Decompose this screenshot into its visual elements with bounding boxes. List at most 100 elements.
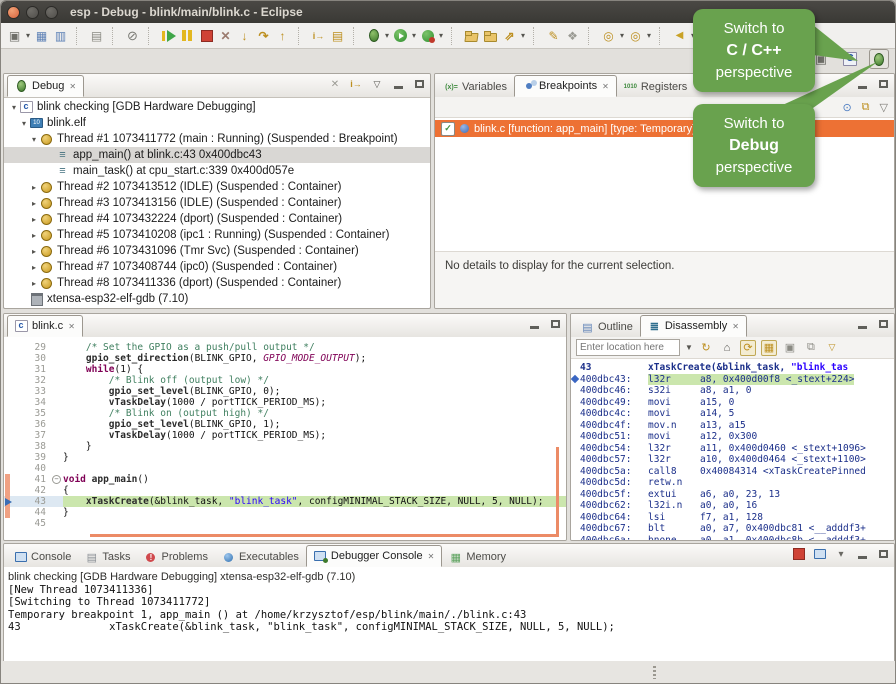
editor-line[interactable]: 34 vTaskDelay(1000 / portTICK_PERIOD_MS)… [4,397,566,408]
disassembly-row[interactable]: 400dbc46:s32ia8, a1, 0 [571,385,894,397]
editor-line[interactable]: 37 vTaskDelay(1000 / portTICK_PERIOD_MS)… [4,430,566,441]
debug-perspective-icon[interactable] [869,49,889,69]
save-all-icon[interactable] [52,28,69,44]
sync-icon[interactable]: ↻ [698,340,714,356]
twisty-icon[interactable]: ▸ [28,231,40,240]
new-annotation-icon[interactable] [627,28,644,44]
disassembly-row[interactable]: 400dbc43:l32ra8, 0x400d00f8 <_stext+224> [571,374,894,386]
twisty-icon[interactable]: ▾ [18,119,30,128]
annotation-ruler[interactable] [4,375,18,386]
suspend-icon[interactable] [179,28,196,44]
twisty-icon[interactable]: ▸ [28,215,40,224]
debug-dropdown-icon[interactable]: ▾ [383,31,391,40]
editor-line[interactable]: 39} [4,452,566,463]
minimize-icon[interactable] [527,317,541,331]
disassembly-row[interactable]: 400dbc6a:bnonea0, a1, 0x400dbc8b <__addd… [571,535,894,541]
annotation-ruler[interactable] [4,474,18,485]
editor-line[interactable]: 33 gpio_set_level(BLINK_GPIO, 0); [4,386,566,397]
window-maximize-button[interactable] [45,6,58,19]
debug-tree-row[interactable]: ▸Thread #6 1073431096 (Tmr Svc) (Suspend… [4,243,430,259]
pin-view-icon[interactable]: ⧉ [803,340,819,356]
debug-tree-row[interactable]: ▸Thread #2 1073413512 (IDLE) (Suspended … [4,179,430,195]
maximize-icon[interactable] [548,317,562,331]
annotation-ruler[interactable] [4,419,18,430]
maximize-icon[interactable] [876,547,890,561]
tab-executables[interactable]: Executables [215,547,306,567]
minimize-icon[interactable] [391,77,405,91]
twisty-icon[interactable]: ▸ [28,263,40,272]
editor-line[interactable]: 41−void app_main() [4,474,566,485]
annotation-ruler[interactable] [4,518,18,529]
editor-line[interactable]: 42{ [4,485,566,496]
pin-editor-icon[interactable] [600,28,617,44]
minimize-icon[interactable] [855,547,869,561]
use-step-filters-icon[interactable] [329,28,346,44]
disassembly-row[interactable]: 400dbc54:l32ra11, 0x400d0460 <_stext+109… [571,443,894,455]
twisty-icon[interactable]: ▸ [28,247,40,256]
annotation-ruler[interactable] [4,452,18,463]
disassembly-row[interactable]: 400dbc4f:mov.na13, a15 [571,420,894,432]
location-dropdown-icon[interactable]: ▼ [685,343,693,352]
tab-registers[interactable]: Registers [617,77,694,97]
flash-icon[interactable] [501,28,518,44]
tab-blink-c[interactable]: blink.c ✕ [7,315,83,337]
tab-disassembly[interactable]: Disassembly ✕ [640,315,747,337]
tab-problems[interactable]: Problems [137,547,214,567]
annotation-ruler[interactable] [4,463,18,474]
new-wizard-icon[interactable] [6,28,23,44]
tab-console[interactable]: Console [7,547,78,567]
view-menu-icon[interactable]: ▽ [880,101,888,114]
close-icon[interactable]: ✕ [68,322,75,331]
terminate-icon[interactable] [198,28,215,44]
flash-dropdown-icon[interactable]: ▾ [519,31,527,40]
disassembly-row[interactable]: 400dbc5f:extuia6, a0, 23, 13 [571,489,894,501]
disassembly-row[interactable]: 400dbc62:l32i.na0, a0, 16 [571,500,894,512]
maximize-icon[interactable] [876,77,890,91]
window-minimize-button[interactable] [26,6,39,19]
editor-line[interactable]: 31 while(1) { [4,364,566,375]
editor-line[interactable]: 36 gpio_set_level(BLINK_GPIO, 1); [4,419,566,430]
code-editor[interactable]: 29 /* Set the GPIO as a push/pull output… [4,337,566,540]
twisty-icon[interactable]: ▸ [28,279,40,288]
tab-breakpoints[interactable]: Breakpoints ✕ [514,75,617,97]
run-icon[interactable] [392,28,409,44]
annotation-ruler[interactable] [4,507,18,518]
view-menu-icon[interactable]: ▽ [824,340,840,356]
annotation-ruler[interactable] [4,430,18,441]
debug-tree-row[interactable]: main_task() at cpu_start.c:339 0x400d057… [4,163,430,179]
close-icon[interactable]: ✕ [69,82,76,91]
breakpoint-checkbox[interactable]: ✓ [441,122,455,136]
editor-line[interactable]: 30 gpio_set_direction(BLINK_GPIO, GPIO_M… [4,353,566,364]
disconnect-icon[interactable] [217,28,234,44]
show-source-icon[interactable]: ▦ [761,340,777,356]
twisty-icon[interactable]: ▸ [28,183,40,192]
link-with-debug-icon[interactable]: ⧉ [862,101,870,114]
cpp-perspective-icon[interactable] [840,49,860,69]
disassembly-row[interactable]: 400dbc5d:retw.n [571,477,894,489]
new-wizard-dropdown-icon[interactable]: ▾ [24,31,32,40]
build-icon[interactable] [88,28,105,44]
disassembly-row[interactable]: 400dbc49:movia15, 0 [571,397,894,409]
debug-tree-row[interactable]: ▸Thread #7 1073408744 (ipc0) (Suspended … [4,259,430,275]
back-icon[interactable] [671,28,688,44]
annotation-ruler[interactable] [4,386,18,397]
minimize-icon[interactable] [855,317,869,331]
editor-line[interactable]: 29 /* Set the GPIO as a push/pull output… [4,342,566,353]
open-task-icon[interactable] [463,28,480,44]
editor-line[interactable]: 38 } [4,441,566,452]
display-console-icon[interactable] [813,547,827,561]
annotation-ruler[interactable] [4,342,18,353]
annotation-ruler[interactable] [4,408,18,419]
tab-outline[interactable]: Outline [574,317,640,337]
debug-tree-row[interactable]: ▾Thread #1 1073411772 (main : Running) (… [4,131,430,147]
debug-icon[interactable] [365,28,382,44]
close-icon[interactable]: ✕ [428,552,435,561]
maximize-icon[interactable] [876,317,890,331]
debug-tree-row[interactable]: xtensa-esp32-elf-gdb (7.10) [4,291,430,307]
editor-line[interactable]: 35 /* Blink on (output high) */ [4,408,566,419]
editor-line[interactable]: 44} [4,507,566,518]
disassembly-row[interactable]: 400dbc57:l32ra10, 0x400d0464 <_stext+110… [571,454,894,466]
disassembly-row[interactable]: 400dbc67:blta0, a7, 0x400dbc81 <__adddf3… [571,523,894,535]
disassembly-source-line[interactable]: 43xTaskCreate(&blink_task, "blink_tas [571,362,894,374]
annotation-ruler[interactable] [4,496,18,507]
